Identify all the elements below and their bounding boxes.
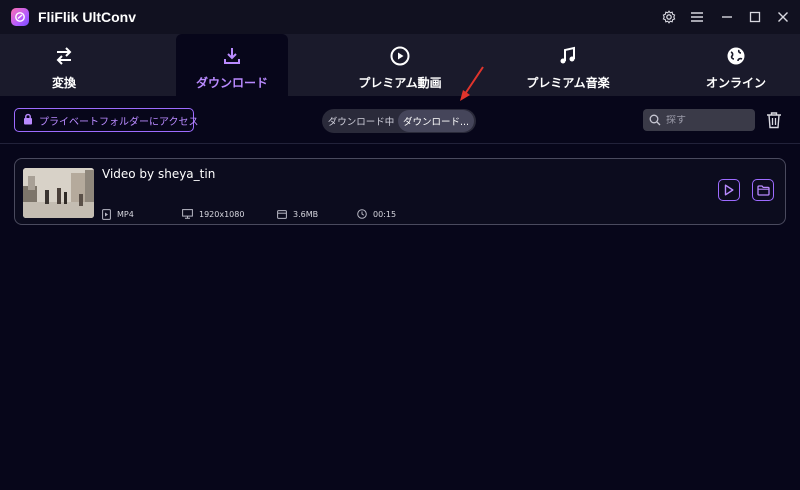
- file-video-icon: [102, 208, 111, 220]
- play-circle-icon: [390, 44, 410, 68]
- search-input[interactable]: [666, 114, 746, 126]
- download-status-toggle: ダウンロード中 ダウンロード...: [322, 109, 476, 133]
- play-icon: [724, 184, 734, 196]
- video-title: Video by sheya_tin: [102, 167, 216, 181]
- tab-convert[interactable]: 変換: [14, 34, 114, 96]
- tab-label: 変換: [51, 76, 76, 90]
- format-text: MP4: [117, 209, 134, 219]
- play-button[interactable]: [718, 179, 740, 201]
- resolution-meta: 1920x1080: [182, 208, 244, 220]
- storage-icon: [277, 209, 287, 219]
- main-tab-bar: 変換 ダウンロード プレミアム動画 プレミアム音楽 オンライン: [0, 34, 800, 96]
- list-item[interactable]: Video by sheya_tin MP4 1920x1080 3.6MB 0…: [14, 158, 786, 225]
- tab-download[interactable]: ダウンロード: [176, 34, 288, 96]
- app-logo-icon: [11, 8, 29, 26]
- gear-icon[interactable]: [661, 9, 677, 25]
- maximize-icon[interactable]: [747, 9, 763, 25]
- size-meta: 3.6MB: [277, 208, 318, 220]
- tab-label: ダウンロード: [195, 76, 268, 90]
- tab-premium-music[interactable]: プレミアム音楽: [518, 34, 618, 96]
- tab-label: プレミアム動画: [358, 76, 442, 90]
- folder-icon: [756, 184, 770, 196]
- close-icon[interactable]: [775, 9, 791, 25]
- segment-downloading[interactable]: ダウンロード中: [324, 110, 398, 132]
- minimize-icon[interactable]: [719, 9, 735, 25]
- app-title: FliFlik UltConv: [38, 9, 136, 25]
- search-box: [643, 109, 755, 131]
- monitor-icon: [182, 209, 193, 219]
- globe-icon: [726, 44, 746, 68]
- lock-icon: [23, 113, 33, 128]
- search-icon: [649, 111, 661, 130]
- title-bar: FliFlik UltConv: [0, 0, 800, 34]
- format-meta: MP4: [102, 208, 134, 220]
- download-icon: [222, 44, 242, 68]
- tab-online[interactable]: オンライン: [690, 34, 782, 96]
- music-note-icon: [558, 44, 578, 68]
- trash-icon[interactable]: [765, 110, 783, 130]
- private-folder-label: プライベートフォルダーにアクセス: [39, 116, 199, 128]
- menu-icon[interactable]: [689, 9, 705, 25]
- tab-premium-video[interactable]: プレミアム動画: [350, 34, 450, 96]
- private-folder-button[interactable]: プライベートフォルダーにアクセス: [14, 108, 199, 132]
- duration-text: 00:15: [373, 209, 397, 219]
- segment-downloaded[interactable]: ダウンロード...: [398, 110, 474, 132]
- duration-meta: 00:15: [357, 208, 396, 220]
- swap-icon: [54, 44, 74, 68]
- video-thumbnail[interactable]: [23, 168, 94, 218]
- annotation-arrow-icon: [460, 66, 484, 101]
- clock-icon: [357, 209, 367, 219]
- tab-label: オンライン: [705, 76, 766, 90]
- open-folder-button[interactable]: [752, 179, 774, 201]
- tab-label: プレミアム音楽: [526, 76, 610, 90]
- size-text: 3.6MB: [293, 209, 319, 219]
- resolution-text: 1920x1080: [199, 209, 245, 219]
